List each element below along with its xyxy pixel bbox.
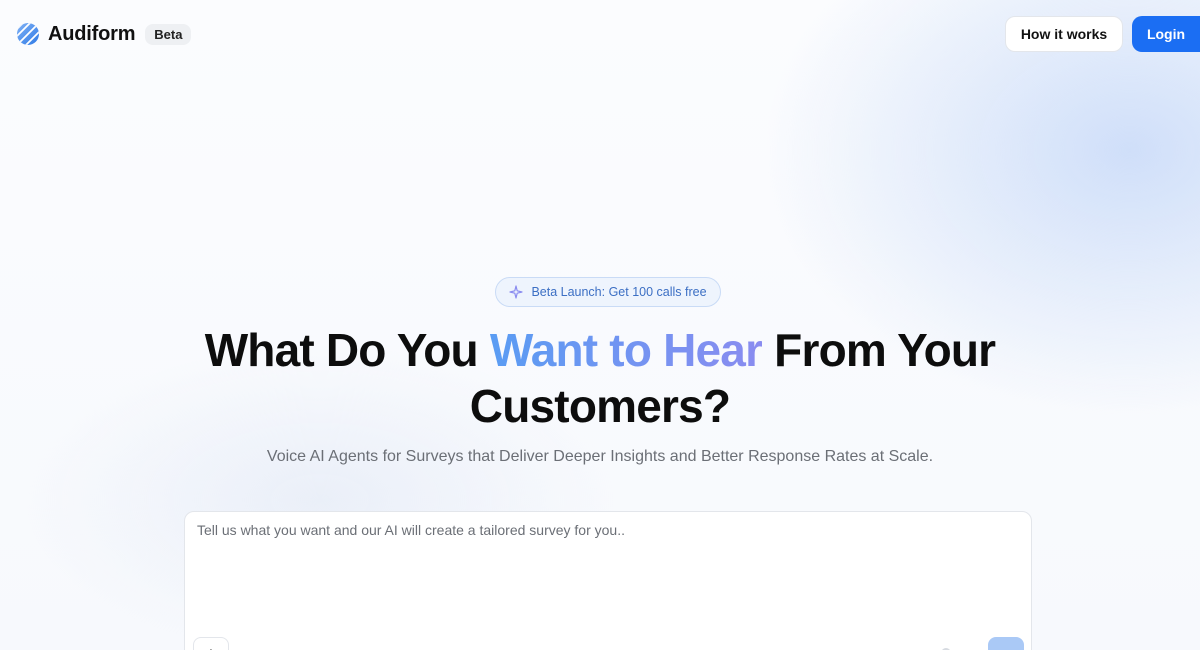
brand[interactable]: Audiform Beta	[16, 20, 192, 48]
audiform-logo-icon	[17, 23, 39, 45]
beta-launch-pill[interactable]: Beta Launch: Get 100 calls free	[495, 277, 721, 307]
headline-highlight: Want to Hear	[489, 324, 763, 376]
brand-name: Audiform	[48, 22, 136, 45]
hero-headline: What Do You Want to Hear From Your Custom…	[0, 322, 1200, 434]
attach-button[interactable]: +	[193, 637, 229, 650]
sparkle-icon	[509, 285, 524, 299]
login-button[interactable]: Login	[1132, 16, 1200, 52]
how-it-works-button[interactable]: How it works	[1005, 16, 1123, 52]
headline-line-2: Customers?	[469, 380, 731, 432]
send-button[interactable]	[988, 637, 1024, 650]
beta-badge: Beta	[145, 23, 192, 45]
headline-part-2: From Your	[762, 324, 996, 376]
hero-subtitle: Voice AI Agents for Surveys that Deliver…	[266, 448, 934, 465]
top-navigation: Audiform Beta How it works Login	[0, 0, 1200, 68]
beta-launch-text: Beta Launch: Get 100 calls free	[531, 285, 707, 299]
survey-prompt-input[interactable]	[197, 522, 1017, 622]
survey-prompt-box: +	[184, 511, 1032, 650]
headline-part-1: What Do You	[204, 324, 490, 376]
